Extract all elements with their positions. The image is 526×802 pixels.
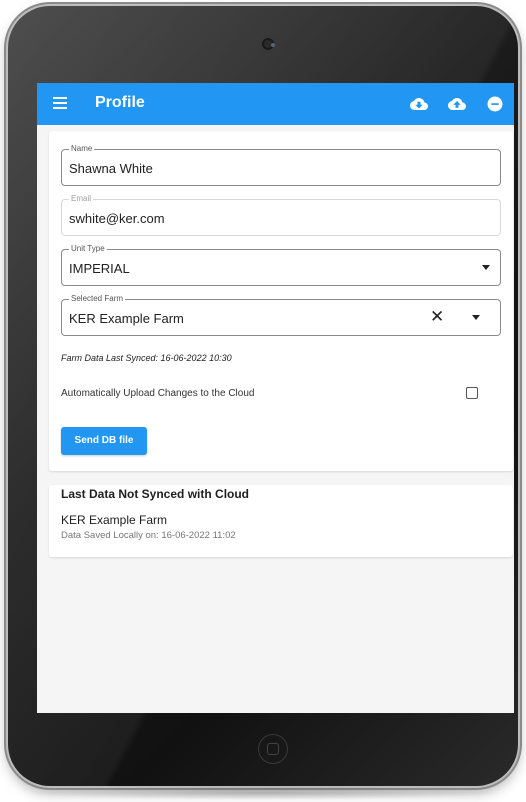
selected-farm-select[interactable]: Selected Farm KER Example Farm ✕ — [61, 294, 501, 336]
name-field[interactable]: Name Shawna White — [61, 144, 501, 186]
farm-sync-status: Farm Data Last Synced: 16-06-2022 10:30 — [61, 353, 232, 363]
camera-lens — [271, 43, 275, 47]
device-shadow — [20, 786, 506, 800]
auto-upload-checkbox[interactable] — [466, 387, 478, 399]
selected-farm-value: KER Example Farm — [69, 311, 184, 326]
selected-farm-label: Selected Farm — [69, 294, 126, 304]
clear-icon[interactable]: ✕ — [430, 308, 444, 325]
email-field-value: swhite@ker.com — [69, 211, 165, 226]
name-field-value[interactable]: Shawna White — [69, 161, 153, 176]
email-field: Email swhite@ker.com — [61, 194, 501, 236]
cloud-upload-icon[interactable] — [448, 95, 466, 113]
unsynced-item-farm: KER Example Farm — [61, 513, 168, 527]
unit-type-select[interactable]: Unit Type IMPERIAL — [61, 244, 501, 286]
name-field-label: Name — [69, 144, 95, 154]
app-screen: Profile Name Shawna White Email swhite@k… — [37, 83, 514, 713]
email-field-label: Email — [69, 194, 94, 204]
menu-icon[interactable] — [53, 96, 67, 112]
send-db-file-button[interactable]: Send DB file — [61, 427, 147, 455]
unit-type-value: IMPERIAL — [69, 261, 130, 276]
unsynced-item-detail: Data Saved Locally on: 16-06-2022 11:02 — [61, 530, 236, 541]
home-button-square-icon — [267, 743, 279, 755]
auto-upload-label: Automatically Upload Changes to the Clou… — [61, 388, 255, 399]
unsynced-data-card: Last Data Not Synced with Cloud KER Exam… — [49, 485, 513, 557]
unsynced-section-title: Last Data Not Synced with Cloud — [61, 487, 250, 501]
page-title: Profile — [95, 94, 145, 111]
remove-circle-icon[interactable] — [486, 95, 504, 113]
app-bar: Profile — [37, 83, 514, 125]
chevron-down-icon[interactable] — [482, 265, 490, 270]
unit-type-label: Unit Type — [69, 244, 107, 254]
profile-form-card: Name Shawna White Email swhite@ker.com U… — [49, 131, 513, 471]
cloud-download-icon[interactable] — [410, 95, 428, 113]
chevron-down-icon[interactable] — [472, 315, 480, 320]
